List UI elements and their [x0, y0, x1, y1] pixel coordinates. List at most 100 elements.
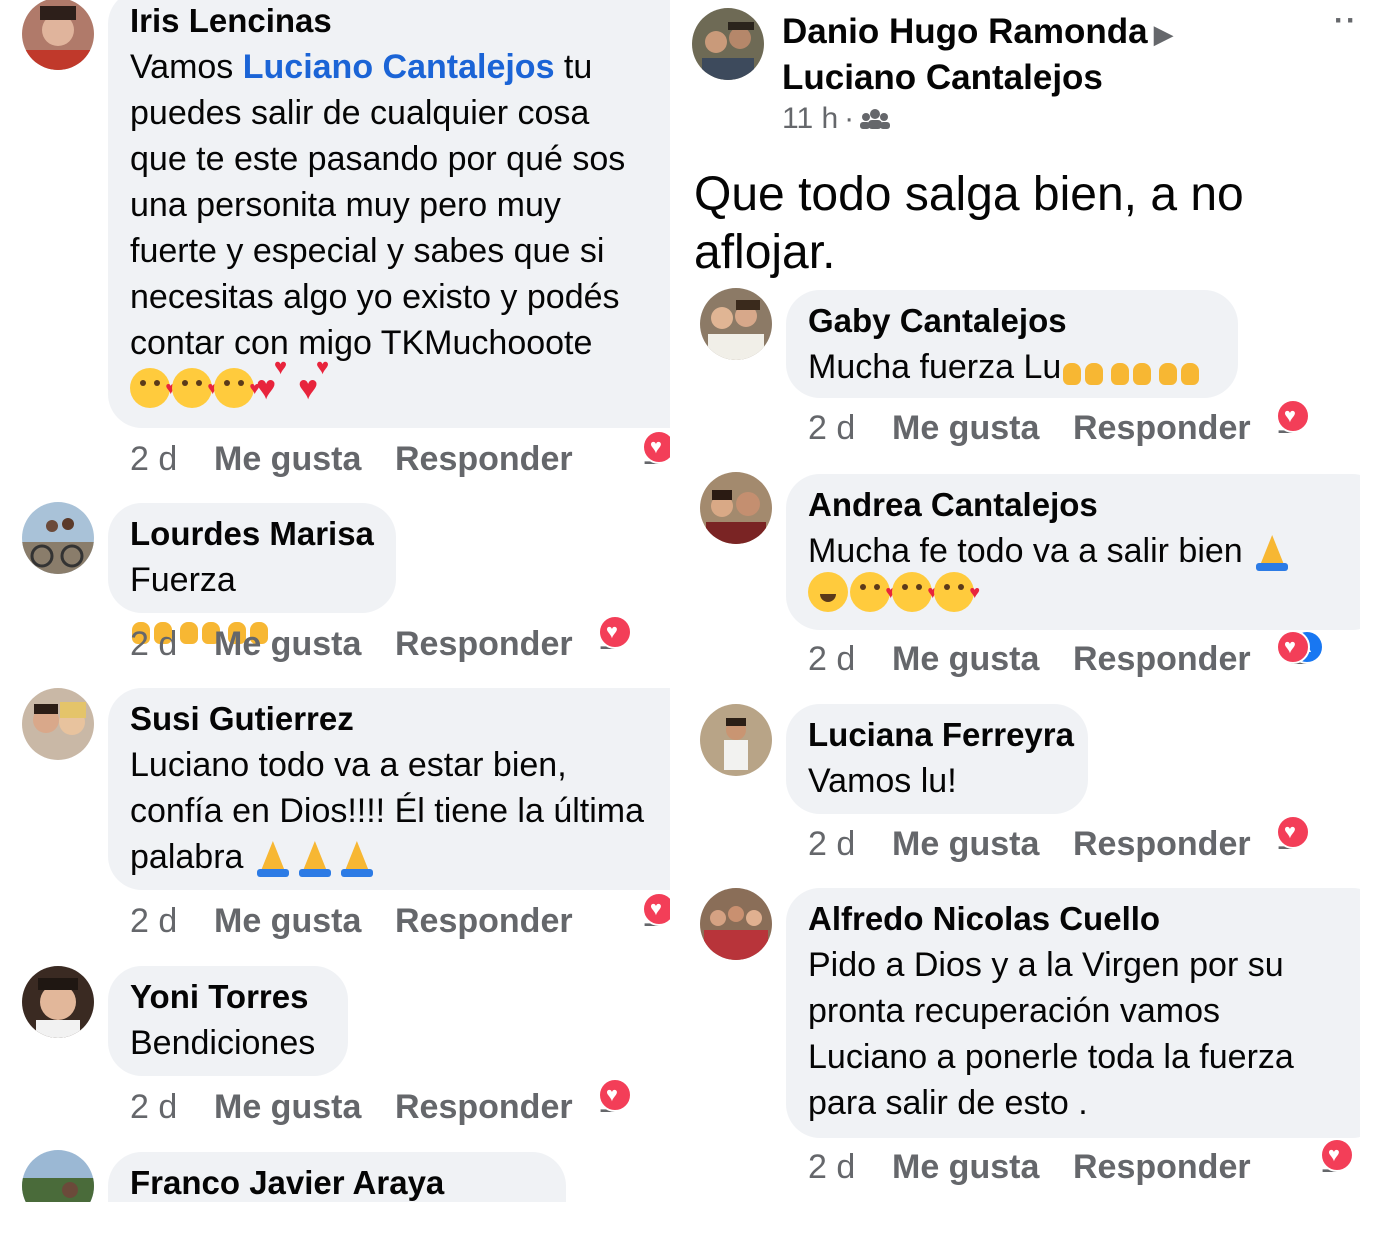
kiss-emoji-icon [850, 572, 896, 612]
post-header-names: Danio Hugo Ramonda ▶ Luciano Cantalejos [782, 10, 1180, 100]
praying-hands-icon [1252, 533, 1292, 573]
comment-author[interactable]: Gaby Cantalejos [808, 298, 1216, 344]
like-button[interactable]: Me gusta [892, 1144, 1039, 1190]
love-reaction-icon [598, 1078, 632, 1112]
kiss-emoji-icon [130, 368, 176, 408]
comment-time[interactable]: 2 d [130, 898, 177, 944]
post-author-avatar[interactable] [692, 8, 764, 80]
comment-time[interactable]: 2 d [808, 821, 855, 867]
avatar[interactable] [700, 472, 772, 544]
reply-button[interactable]: Responder [1073, 1144, 1251, 1190]
comment-author[interactable]: Alfredo Nicolas Cuello [808, 896, 1360, 942]
like-button[interactable]: Me gusta [892, 405, 1039, 451]
like-button[interactable]: Me gusta [892, 636, 1039, 682]
comment-text: Vamos Luciano Cantalejos tu puedes salir… [130, 48, 626, 362]
comment-author[interactable]: Lourdes Marisa [130, 511, 374, 557]
group-icon [860, 109, 891, 129]
post-target-name[interactable]: Luciano Cantalejos [782, 58, 1103, 97]
reply-button[interactable]: Responder [1073, 405, 1251, 451]
comment-author[interactable]: Franco Javier Araya [130, 1160, 544, 1202]
emoji-row [130, 354, 338, 408]
comment-bubble: Alfredo Nicolas Cuello Pido a Dios y a l… [786, 888, 1360, 1138]
comment-time[interactable]: 2 d [808, 636, 855, 682]
post-text: Que todo salga bien, a no aflojar. [694, 168, 1244, 279]
like-button[interactable]: Me gusta [214, 898, 361, 944]
comment-author[interactable]: Andrea Cantalejos [808, 482, 1360, 528]
comment-author[interactable]: Yoni Torres [130, 974, 326, 1020]
arrow-right-icon: ▶ [1153, 19, 1174, 49]
avatar[interactable] [22, 966, 94, 1038]
post-time[interactable]: 11 h [782, 102, 838, 136]
two-hearts-icon [256, 354, 296, 408]
comment-text: Bendiciones [130, 1024, 316, 1062]
avatar[interactable] [700, 888, 772, 960]
love-reaction-icon [642, 430, 670, 464]
mention-link[interactable]: Luciano Cantalejos [243, 48, 555, 86]
like-button[interactable]: Me gusta [892, 821, 1039, 867]
comment-bubble: Gaby Cantalejos Mucha fuerza Lu [786, 290, 1238, 398]
comment-actions: 2 d Me gusta Responder 1 [808, 1138, 1360, 1190]
comment-author[interactable]: Susi Gutierrez [130, 696, 670, 742]
like-button[interactable]: Me gusta [214, 436, 361, 482]
comment-bubble: Luciana Ferreyra Vamos lu! [786, 704, 1088, 814]
reply-button[interactable]: Responder [1073, 821, 1251, 867]
comment-actions: 2 d Me gusta Responder 1 [130, 430, 670, 482]
comment-actions: 2 d Me gusta Responder 1 [808, 815, 1348, 867]
reply-button[interactable]: Responder [395, 436, 573, 482]
raising-hands-icon [1061, 351, 1107, 387]
love-reaction-icon [1276, 630, 1310, 664]
love-reaction-icon [598, 615, 632, 649]
comment-text: Luciano todo va a estar bien, confía en … [130, 742, 670, 880]
comment-actions: 2 d Me gusta Responder 1 [130, 892, 670, 944]
avatar[interactable] [700, 288, 772, 360]
comment-time[interactable]: 2 d [130, 621, 177, 667]
right-post-column: Danio Hugo Ramonda ▶ Luciano Cantalejos 1… [686, 0, 1360, 1202]
comment-text: Pido a Dios y a la Virgen por su pronta … [808, 946, 1294, 1122]
comment-time[interactable]: 2 d [808, 405, 855, 451]
comment-text: Mucha fe todo va a salir bien [808, 528, 1360, 574]
comment-bubble: Yoni Torres Bendiciones [108, 966, 348, 1076]
comment-time[interactable]: 2 d [808, 1144, 855, 1190]
raising-hands-icon [1109, 351, 1155, 387]
two-hearts-icon [298, 354, 338, 408]
praying-hands-icon [295, 839, 335, 879]
reply-button[interactable]: Responder [395, 898, 573, 944]
avatar[interactable] [22, 502, 94, 574]
post-meta: 11 h · [782, 102, 891, 136]
comment-bubble: Iris Lencinas Vamos Luciano Cantalejos t… [108, 0, 670, 428]
comment-text: Mucha fuerza Lu [808, 344, 1216, 390]
emoji-row [253, 839, 377, 879]
comment-time[interactable]: 2 d [130, 436, 177, 482]
comment-bubble: Andrea Cantalejos Mucha fe todo va a sal… [786, 474, 1360, 630]
comment-author[interactable]: Luciana Ferreyra [808, 712, 1074, 758]
left-comment-column: Iris Lencinas Vamos Luciano Cantalejos t… [0, 0, 670, 1202]
avatar[interactable] [700, 704, 772, 776]
like-button[interactable]: Me gusta [214, 621, 361, 667]
reply-button[interactable]: Responder [1073, 636, 1251, 682]
comment-bubble: Susi Gutierrez Luciano todo va a estar b… [108, 688, 670, 890]
more-dots-icon[interactable]: ·· [1334, 4, 1358, 38]
reply-button[interactable]: Responder [395, 621, 573, 667]
reply-button[interactable]: Responder [395, 1084, 573, 1130]
avatar[interactable] [22, 0, 94, 70]
emoji-row [808, 572, 980, 612]
comment-actions: 2 d Me gusta Responder 1 [130, 1078, 670, 1130]
kiss-emoji-icon [892, 572, 938, 612]
kiss-emoji-icon [172, 368, 218, 408]
love-reaction-icon [1276, 815, 1310, 849]
love-reaction-icon [1320, 1138, 1354, 1172]
like-button[interactable]: Me gusta [214, 1084, 361, 1130]
avatar[interactable] [22, 688, 94, 760]
avatar[interactable] [22, 1150, 94, 1202]
comment-actions: 2 d Me gusta Responder 2 [808, 630, 1360, 682]
comment-actions: 2 d Me gusta Responder 1 [130, 615, 670, 667]
hugging-face-icon [808, 572, 848, 612]
comment-author[interactable]: Iris Lencinas [130, 0, 670, 44]
praying-hands-icon [337, 839, 377, 879]
post-author-name[interactable]: Danio Hugo Ramonda [782, 12, 1148, 51]
comment-actions: 2 d Me gusta Responder 1 [808, 399, 1348, 451]
comment-time[interactable]: 2 d [130, 1084, 177, 1130]
emoji-row [1061, 351, 1203, 387]
raising-hands-icon [1157, 351, 1203, 387]
comment-bubble: Lourdes Marisa Fuerza [108, 503, 396, 645]
